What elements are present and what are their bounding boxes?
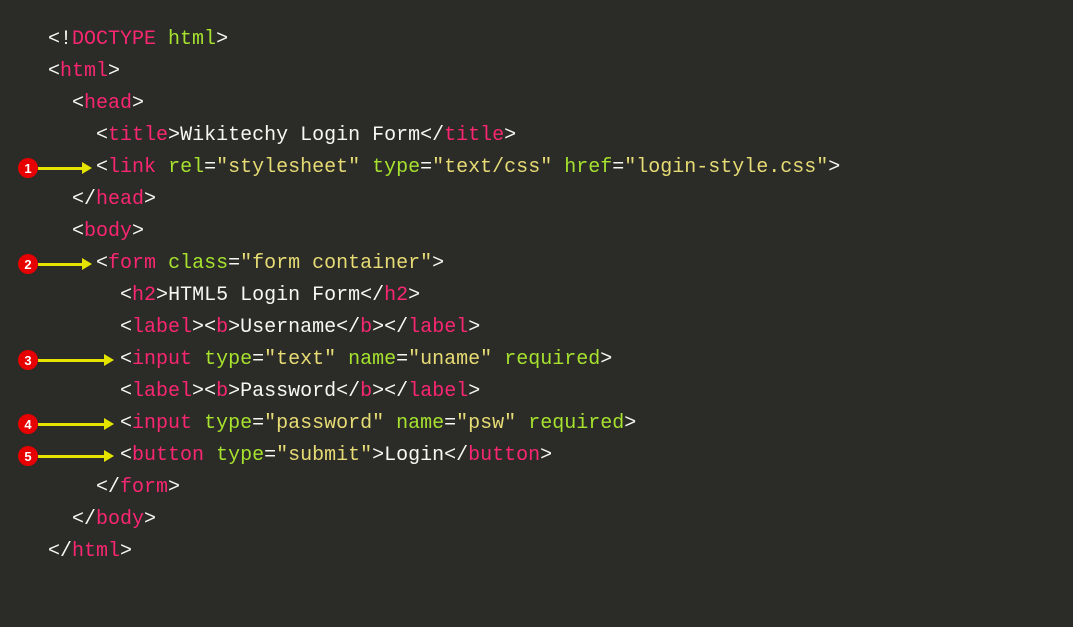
callout-badge: 2: [18, 254, 38, 274]
callout-3: 3: [18, 350, 114, 370]
line-5: </head>: [48, 188, 156, 211]
line-14: </form>: [48, 476, 180, 499]
callout-2: 2: [18, 254, 92, 274]
arrow-line: [38, 263, 82, 266]
callout-4: 4: [18, 414, 114, 434]
arrow-head-icon: [104, 354, 114, 366]
line-6: <body>: [48, 220, 144, 243]
callout-5: 5: [18, 446, 114, 466]
line-11: <label><b>Password</b></label>: [48, 380, 480, 403]
arrow-line: [38, 423, 104, 426]
callout-badge: 5: [18, 446, 38, 466]
line-12: <input type="password" name="psw" requir…: [48, 412, 636, 435]
line-1: <html>: [48, 60, 120, 83]
line-3: <title>Wikitechy Login Form</title>: [48, 124, 516, 147]
arrow-line: [38, 455, 104, 458]
callout-badge: 1: [18, 158, 38, 178]
line-7: <form class="form container">: [48, 252, 444, 275]
line-9: <label><b>Username</b></label>: [48, 316, 480, 339]
line-4: <link rel="stylesheet" type="text/css" h…: [48, 156, 840, 179]
line-13: <button type="submit">Login</button>: [48, 444, 552, 467]
arrow-head-icon: [82, 258, 92, 270]
line-8: <h2>HTML5 Login Form</h2>: [48, 284, 420, 307]
line-15: </body>: [48, 508, 156, 531]
line-16: </html>: [48, 540, 132, 563]
callout-1: 1: [18, 158, 92, 178]
line-10: <input type="text" name="uname" required…: [48, 348, 612, 371]
arrow-head-icon: [82, 162, 92, 174]
code-block: <!DOCTYPE html> <html> <head> <title>Wik…: [48, 24, 840, 568]
line-0: <!DOCTYPE html>: [48, 28, 228, 51]
arrow-head-icon: [104, 418, 114, 430]
arrow-head-icon: [104, 450, 114, 462]
callout-badge: 3: [18, 350, 38, 370]
callout-badge: 4: [18, 414, 38, 434]
line-2: <head>: [48, 92, 144, 115]
arrow-line: [38, 359, 104, 362]
arrow-line: [38, 167, 82, 170]
